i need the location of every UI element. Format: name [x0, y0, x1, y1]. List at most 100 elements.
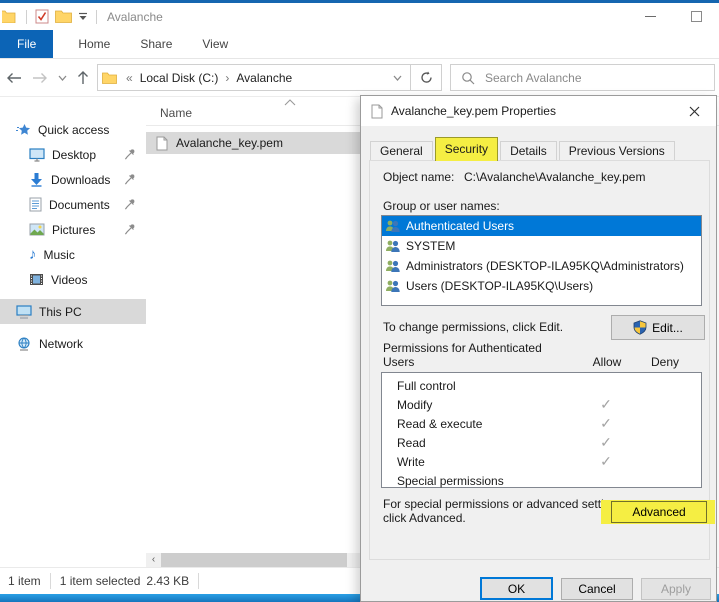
- users-icon: [385, 259, 401, 273]
- apply-button[interactable]: Apply: [641, 578, 711, 600]
- downloads-icon: [29, 172, 44, 187]
- edit-button[interactable]: Edit...: [611, 315, 705, 340]
- breadcrumb-segment-drive[interactable]: Local Disk (C:): [140, 71, 219, 85]
- permission-name: Read: [397, 436, 426, 450]
- cancel-button[interactable]: Cancel: [561, 578, 633, 600]
- ribbon-tab-share[interactable]: Share: [125, 30, 187, 58]
- group-row-users[interactable]: Users (DESKTOP-ILA95KQ\Users): [382, 276, 701, 296]
- breadcrumb-truncation[interactable]: «: [126, 71, 133, 85]
- qat-separator: [96, 10, 97, 24]
- quick-access-toolbar: [2, 9, 99, 24]
- group-name: Authenticated Users: [406, 219, 514, 233]
- file-row-avalanche-key[interactable]: Avalanche_key.pem: [146, 132, 361, 154]
- horizontal-scrollbar[interactable]: ‹: [146, 553, 360, 567]
- address-folder-icon: [102, 72, 117, 84]
- sidebar-item-label: Network: [39, 337, 83, 351]
- permissions-listbox[interactable]: Full control Modify ✓ Read & execute ✓ R…: [381, 372, 702, 488]
- breadcrumb-separator[interactable]: ›: [225, 71, 229, 85]
- sidebar-item-pictures[interactable]: Pictures: [0, 217, 146, 242]
- allow-checkmark[interactable]: ✓: [590, 415, 622, 432]
- forward-icon[interactable]: [32, 72, 48, 84]
- sidebar-item-desktop[interactable]: Desktop: [0, 142, 146, 167]
- sidebar-item-downloads[interactable]: Downloads: [0, 167, 146, 192]
- close-icon: [689, 106, 700, 117]
- apply-button-label: Apply: [661, 582, 691, 596]
- sidebar-item-quick-access[interactable]: Quick access: [0, 117, 146, 142]
- group-row-administrators[interactable]: Administrators (DESKTOP-ILA95KQ\Administ…: [382, 256, 701, 276]
- network-icon: [16, 337, 32, 351]
- sidebar-item-label: Downloads: [51, 173, 110, 187]
- file-icon: [156, 136, 168, 151]
- tab-security[interactable]: Security: [435, 137, 498, 161]
- properties-check-icon[interactable]: [35, 9, 49, 24]
- navigation-buttons: [0, 70, 97, 85]
- group-row-system[interactable]: SYSTEM: [382, 236, 701, 256]
- group-name: Administrators (DESKTOP-ILA95KQ\Administ…: [406, 259, 684, 273]
- sidebar-item-label: Pictures: [52, 223, 95, 237]
- address-bar[interactable]: « Local Disk (C:) › Avalanche: [97, 64, 411, 91]
- scrollbar-thumb[interactable]: [161, 553, 347, 567]
- permission-row-read[interactable]: Read ✓: [382, 433, 701, 452]
- sidebar-item-music[interactable]: ♪ Music: [0, 242, 146, 267]
- permission-name: Special permissions: [397, 474, 504, 488]
- refresh-button[interactable]: [411, 64, 442, 91]
- ribbon-tab-home[interactable]: Home: [63, 30, 125, 58]
- recent-locations-chevron-icon[interactable]: [58, 75, 67, 81]
- tab-previous-versions[interactable]: Previous Versions: [559, 141, 675, 161]
- new-folder-icon[interactable]: [55, 10, 72, 23]
- up-icon[interactable]: [77, 70, 89, 85]
- object-name-value: C:\Avalanche\Avalanche_key.pem: [464, 170, 645, 184]
- group-row-authenticated-users[interactable]: Authenticated Users: [382, 216, 701, 236]
- permissions-label-line1: Permissions for Authenticated: [383, 341, 542, 355]
- dialog-close-button[interactable]: [672, 96, 716, 126]
- permission-row-full-control[interactable]: Full control: [382, 376, 701, 395]
- desktop-icon: [29, 148, 45, 162]
- group-user-listbox[interactable]: Authenticated Users SYSTEM Administrator…: [381, 215, 702, 306]
- sidebar-item-videos[interactable]: Videos: [0, 267, 146, 292]
- advanced-hint-line1: For special permissions or advanced sett…: [383, 497, 626, 511]
- permission-row-special-permissions[interactable]: Special permissions: [382, 471, 701, 490]
- allow-checkmark[interactable]: ✓: [590, 434, 622, 451]
- back-icon[interactable]: [6, 72, 22, 84]
- sidebar-item-this-pc[interactable]: This PC: [0, 299, 146, 324]
- this-pc-icon: [16, 305, 32, 319]
- maximize-button[interactable]: [673, 3, 719, 30]
- customize-qat-icon[interactable]: [78, 12, 88, 21]
- permission-row-modify[interactable]: Modify ✓: [382, 395, 701, 414]
- dialog-title: Avalanche_key.pem Properties: [391, 104, 556, 118]
- permission-name: Write: [397, 455, 425, 469]
- sidebar-item-network[interactable]: Network: [0, 331, 146, 356]
- permission-row-write[interactable]: Write ✓: [382, 452, 701, 471]
- tab-details[interactable]: Details: [500, 141, 557, 161]
- minimize-button[interactable]: [627, 3, 673, 30]
- status-items-count: 1 item: [0, 574, 41, 588]
- refresh-icon: [420, 71, 433, 84]
- breadcrumb-segment-folder[interactable]: Avalanche: [236, 71, 292, 85]
- permission-name: Read & execute: [397, 417, 482, 431]
- search-box[interactable]: Search Avalanche: [450, 64, 715, 91]
- allow-checkmark[interactable]: ✓: [590, 396, 622, 413]
- group-list-label: Group or user names:: [383, 199, 500, 213]
- sidebar-item-label: Documents: [49, 198, 110, 212]
- ribbon-tab-view[interactable]: View: [187, 30, 243, 58]
- address-dropdown-icon[interactable]: [385, 75, 410, 81]
- column-header-label: Name: [160, 106, 192, 120]
- status-selection-count: 1 item selected: [60, 574, 141, 588]
- advanced-button[interactable]: Advanced: [611, 501, 707, 523]
- permission-name: Full control: [397, 379, 456, 393]
- scroll-left-icon[interactable]: ‹: [146, 553, 161, 567]
- permission-row-read-execute[interactable]: Read & execute ✓: [382, 414, 701, 433]
- edit-button-label: Edit...: [652, 321, 683, 335]
- allow-checkmark[interactable]: ✓: [590, 453, 622, 470]
- music-icon: ♪: [29, 248, 37, 262]
- quick-access-star-icon: [16, 123, 31, 137]
- sort-ascending-icon[interactable]: [284, 99, 296, 106]
- ok-button[interactable]: OK: [480, 577, 553, 600]
- sidebar-item-documents[interactable]: Documents: [0, 192, 146, 217]
- tab-general[interactable]: General: [370, 141, 433, 161]
- edit-hint: To change permissions, click Edit.: [383, 320, 563, 334]
- ribbon-tab-file[interactable]: File: [0, 30, 53, 58]
- address-bar-row: « Local Disk (C:) › Avalanche Search Ava…: [0, 59, 719, 97]
- pin-icon: [124, 223, 136, 235]
- advanced-button-label: Advanced: [632, 505, 685, 519]
